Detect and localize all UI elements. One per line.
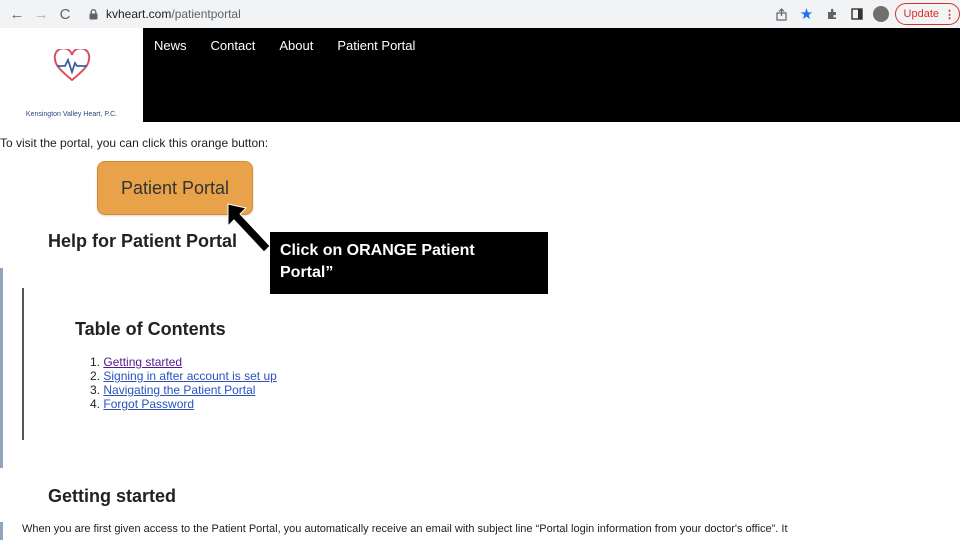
toc-item: 1. Getting started: [90, 355, 277, 369]
toc-number: 4.: [90, 397, 101, 411]
toc-link-signing-in[interactable]: Signing in after account is set up: [103, 369, 276, 383]
reload-icon[interactable]: C: [54, 3, 76, 25]
logo-text: Kensington Valley Heart, P.C.: [25, 111, 118, 118]
extensions-icon[interactable]: [821, 3, 843, 25]
toc-heading: Table of Contents: [75, 319, 226, 339]
nav-about[interactable]: About: [279, 38, 313, 53]
nav-news[interactable]: News: [154, 38, 187, 53]
url-domain: kvheart.com: [106, 7, 172, 21]
getting-started-paragraph: When you are first given access to the P…: [22, 523, 788, 535]
toc-link-forgot-password[interactable]: Forgot Password: [103, 397, 194, 411]
toc-item: 2. Signing in after account is set up: [90, 369, 277, 383]
pointer-arrow-icon: [227, 203, 271, 253]
intro-text: To visit the portal, you can click this …: [0, 136, 269, 150]
share-icon[interactable]: [771, 3, 793, 25]
nav-contact[interactable]: Contact: [211, 38, 256, 53]
star-icon[interactable]: ★: [796, 3, 818, 25]
toc-item: 4. Forgot Password: [90, 397, 277, 411]
toc-link-getting-started[interactable]: Getting started: [103, 355, 182, 369]
instruction-callout: Click on ORANGE Patient Portal”: [270, 232, 548, 294]
address-bar[interactable]: kvheart.com/patientportal: [86, 4, 776, 24]
forward-arrow-icon[interactable]: →: [30, 3, 52, 25]
lock-icon: [86, 8, 100, 20]
section-rule: [0, 522, 3, 540]
nav-patient-portal[interactable]: Patient Portal: [337, 38, 415, 53]
toc-rule: [22, 288, 24, 440]
site-nav: News Contact About Patient Portal: [154, 38, 439, 53]
toc-number: 3.: [90, 383, 101, 397]
toc-number: 2.: [90, 369, 101, 383]
help-heading: Help for Patient Portal: [48, 231, 238, 251]
callout-line-1: Click on ORANGE Patient: [280, 242, 475, 259]
toc-item: 3. Navigating the Patient Portal: [90, 383, 277, 397]
blockquote-rule: [0, 268, 3, 468]
sidebar-icon[interactable]: [846, 3, 868, 25]
update-label: Update: [903, 8, 939, 20]
site-logo[interactable]: Kensington Valley Heart, P.C.: [0, 28, 143, 122]
getting-started-heading: Getting started: [48, 486, 177, 506]
callout-line-2: Portal”: [280, 264, 334, 281]
url-path: /patientportal: [171, 7, 241, 21]
site-header: Kensington Valley Heart, P.C. News Conta…: [0, 28, 960, 122]
toc-list: 1. Getting started 2. Signing in after a…: [90, 355, 277, 411]
profile-icon[interactable]: [872, 6, 889, 22]
heart-logo-icon: [53, 49, 91, 82]
menu-dots-icon: ⋮: [944, 8, 955, 21]
toc-number: 1.: [90, 355, 101, 369]
browser-toolbar: ← → C kvheart.com/patientportal ★ Update…: [0, 0, 960, 29]
back-arrow-icon[interactable]: ←: [6, 3, 28, 25]
update-button[interactable]: Update ⋮: [894, 3, 960, 25]
toc-link-navigating[interactable]: Navigating the Patient Portal: [103, 383, 255, 397]
